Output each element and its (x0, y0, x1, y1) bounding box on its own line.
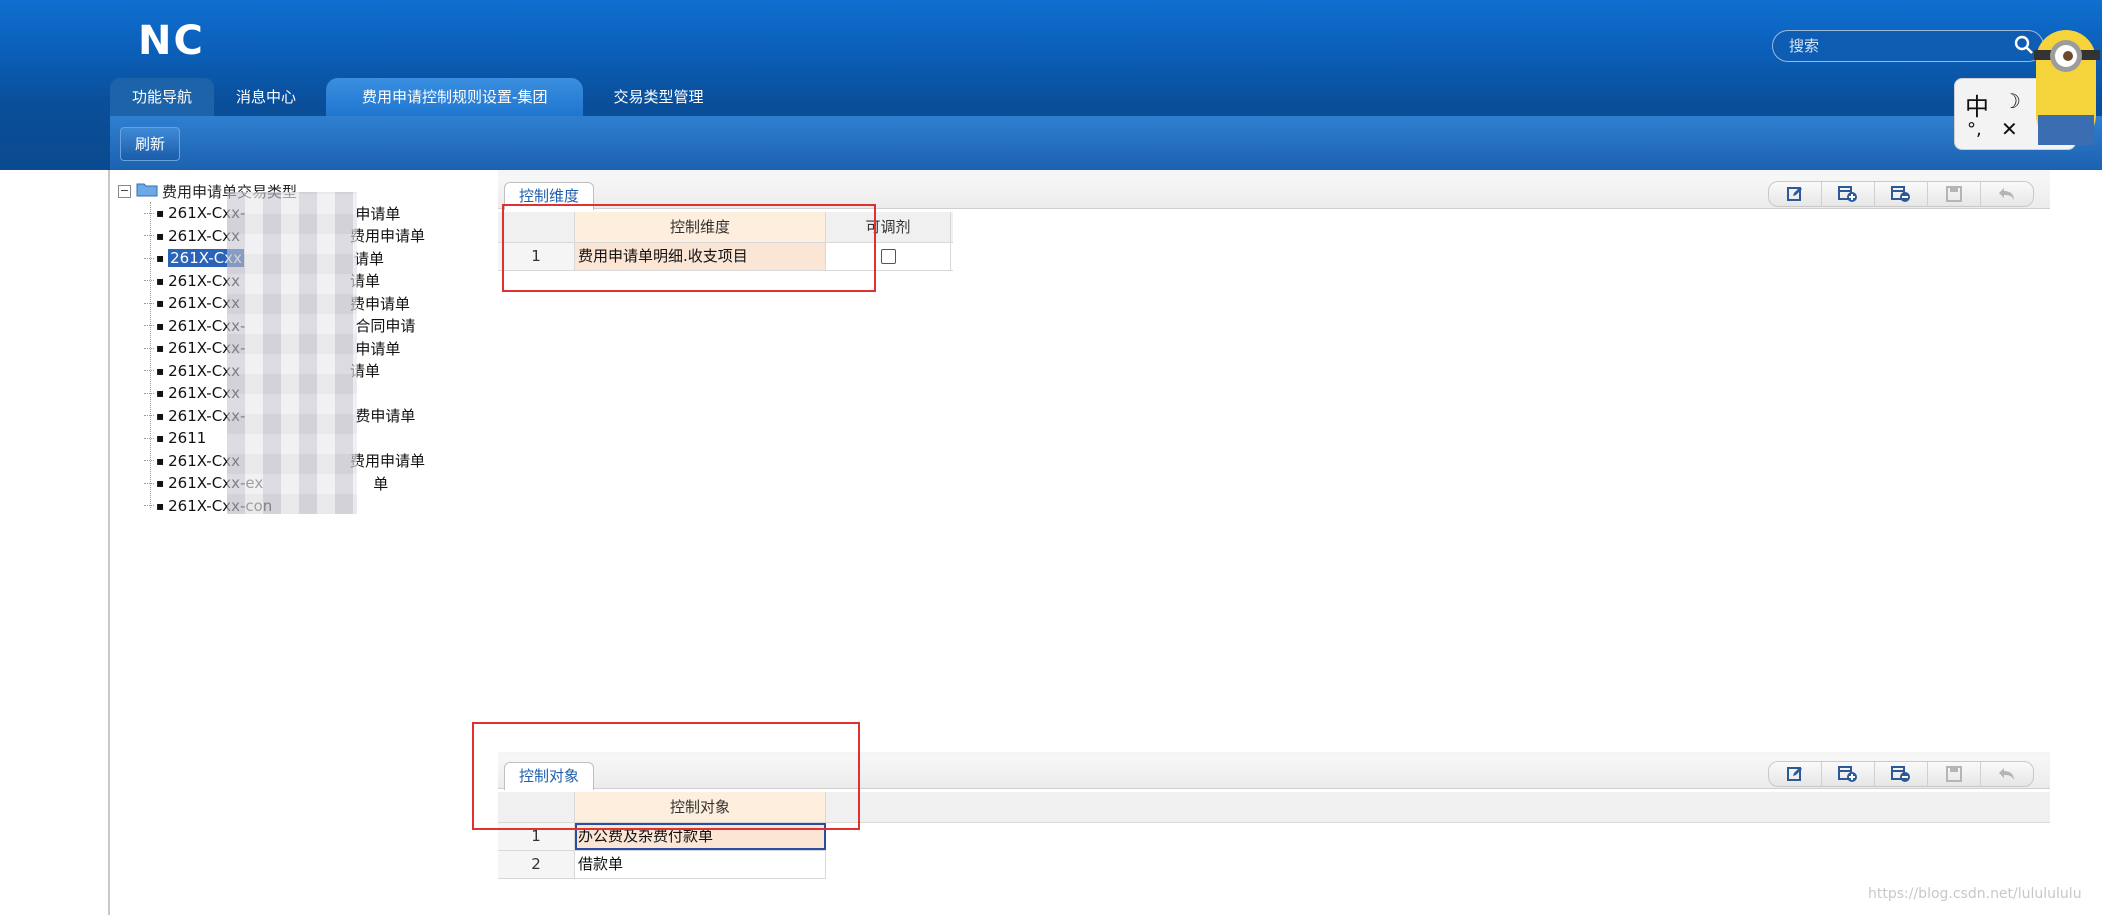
moon-icon[interactable]: ☽ (2003, 89, 2021, 113)
tree-connector (144, 370, 154, 372)
tab-function-nav[interactable]: 功能导航 (110, 78, 215, 116)
nc-logo: NC (138, 18, 205, 64)
annotation-highlight-box (472, 722, 860, 830)
punctuation-icon[interactable]: °, (1967, 119, 1982, 140)
row-number: 2 (498, 851, 575, 878)
tree-connector (144, 460, 154, 462)
tree-item-suffix: 合同申请 (355, 317, 416, 336)
tree-connector (144, 347, 154, 349)
save-icon[interactable] (1928, 762, 1981, 786)
watermark: https://blog.csdn.net/lululululu (1868, 886, 2082, 902)
bullet-icon: ▪ (156, 476, 165, 491)
tree-connector (144, 235, 154, 237)
tree-connector (144, 482, 154, 484)
undo-icon[interactable] (1981, 182, 2033, 206)
save-icon[interactable] (1928, 182, 1981, 206)
bullet-icon: ▪ (156, 273, 165, 288)
main-tabs: 功能导航 消息中心 费用申请控制规则设置-集团 交易类型管理 (110, 76, 725, 116)
add-row-icon[interactable] (1822, 762, 1875, 786)
tree-connector (144, 505, 154, 507)
annotation-highlight-box (502, 204, 876, 292)
tab-expense-control-rules[interactable]: 费用申请控制规则设置-集团 (326, 78, 584, 116)
tree-item-suffix: 费用申请单 (349, 227, 425, 246)
action-icons (1768, 761, 2034, 787)
tree-connector (144, 257, 154, 259)
tree-guide-line (150, 202, 151, 508)
ime-mode[interactable]: 中 (1965, 87, 1989, 122)
object-cell[interactable]: 借款单 (575, 851, 826, 878)
delete-row-icon[interactable] (1875, 182, 1928, 206)
tree-item-suffix: 请单 (353, 249, 384, 268)
toolbar: 刷新 (110, 116, 2102, 170)
control-dimension-panel: 控制维度 控制维度 可调剂 1 费用申请单明细.收支项目 (498, 176, 2050, 752)
bullet-icon: ▪ (156, 206, 165, 221)
adjustable-checkbox[interactable] (880, 249, 896, 264)
undo-icon[interactable] (1981, 762, 2033, 786)
delete-row-icon[interactable] (1875, 762, 1928, 786)
redaction-mosaic (227, 192, 357, 514)
add-row-icon[interactable] (1822, 182, 1875, 206)
tree-item-label: 2611 (168, 429, 207, 448)
collapse-icon[interactable]: − (118, 184, 131, 198)
tree-connector (144, 280, 154, 282)
tree-connector (144, 437, 154, 439)
tree-item-suffix: 费用申请单 (349, 452, 425, 471)
folder-icon (136, 181, 158, 201)
tree-item-suffix: 费申请单 (349, 294, 410, 313)
control-object-panel: 控制对象 控制对象 1 办公费及杂费付款单 2 借款单 (472, 722, 2050, 915)
bullet-icon: ▪ (156, 251, 165, 266)
tree-item-suffix: 申请单 (355, 204, 401, 223)
tree-connector (144, 392, 154, 394)
bullet-icon: ▪ (156, 498, 165, 513)
minion-mascot-icon (2034, 30, 2100, 145)
search-input[interactable] (1787, 36, 2011, 56)
bullet-icon: ▪ (156, 453, 165, 468)
left-tree-panel: − 费用申请单交易类型 ▪261X-Cxx-申请单▪261X-Cxx费用申请单▪… (108, 170, 500, 915)
bullet-icon: ▪ (156, 431, 165, 446)
table-row[interactable]: 2 借款单 (498, 851, 826, 879)
bullet-icon: ▪ (156, 296, 165, 311)
app-header: NC 功能导航 消息中心 费用申请控制规则设置-集团 交易类型管理 刷新 中 ☽… (0, 0, 2102, 170)
tree-item-suffix: 费申请单 (355, 407, 416, 426)
tree-connector (144, 415, 154, 417)
refresh-button[interactable]: 刷新 (120, 127, 181, 161)
bullet-icon: ▪ (156, 228, 165, 243)
bullet-icon: ▪ (156, 408, 165, 423)
tree-item-suffix: 申请单 (355, 339, 401, 358)
bullet-icon: ▪ (156, 363, 165, 378)
tree-connector (144, 212, 154, 214)
butterfly-icon[interactable]: ✕ (2001, 117, 2018, 141)
bullet-icon: ▪ (156, 341, 165, 356)
bullet-icon: ▪ (156, 318, 165, 333)
edit-icon[interactable] (1769, 182, 1822, 206)
bullet-icon: ▪ (156, 386, 165, 401)
search-box[interactable] (1772, 30, 2044, 62)
edit-icon[interactable] (1769, 762, 1822, 786)
tab-transaction-type[interactable]: 交易类型管理 (591, 78, 725, 116)
tree-item-suffix: 单 (373, 474, 389, 493)
action-icons (1768, 181, 2034, 207)
tree-connector (144, 302, 154, 304)
right-content: 控制维度 控制维度 可调剂 1 费用申请单明细.收支项目 控制对象 控制对象 1… (472, 170, 2050, 915)
tree-connector (144, 325, 154, 327)
tab-message-center[interactable]: 消息中心 (214, 78, 318, 116)
